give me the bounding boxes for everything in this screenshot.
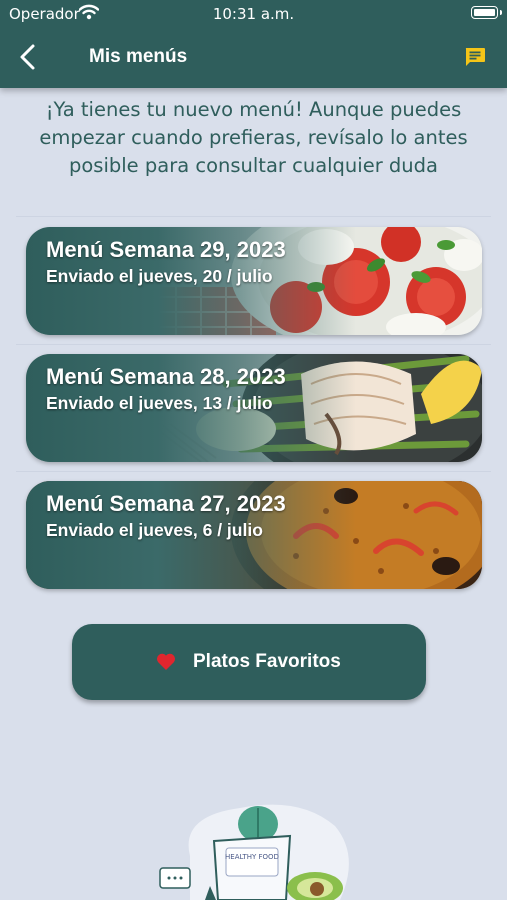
heart-icon <box>156 653 176 670</box>
menu-card-week-27[interactable]: Menú Semana 27, 2023 Enviado el jueves, … <box>26 481 482 589</box>
menu-card-title: Menú Semana 27, 2023 <box>46 491 286 516</box>
favorite-dishes-button[interactable]: Platos Favoritos <box>72 624 426 700</box>
favorite-dishes-label: Platos Favoritos <box>193 651 341 672</box>
clock: 10:31 a.m. <box>212 5 295 23</box>
divider <box>16 471 491 472</box>
menu-card-date: Enviado el jueves, 6 / julio <box>46 520 263 540</box>
app-header: Operador 10:31 a.m. Mis menús <box>0 0 507 88</box>
chat-bubble-icon[interactable] <box>463 45 487 69</box>
menu-card-date: Enviado el jueves, 13 / julio <box>46 393 273 413</box>
menu-card-date: Enviado el jueves, 20 / julio <box>46 266 273 286</box>
page-title: Mis menús <box>89 46 188 67</box>
status-bar: Operador 10:31 a.m. <box>0 0 507 30</box>
healthy-food-illustration: HEALTHY FOOD <box>159 804 349 900</box>
menu-card-title: Menú Semana 28, 2023 <box>46 364 286 389</box>
menu-card-title: Menú Semana 29, 2023 <box>46 237 286 262</box>
divider <box>16 344 491 345</box>
chevron-left-icon[interactable] <box>14 42 42 72</box>
battery-icon <box>471 6 502 19</box>
menu-card-week-28[interactable]: Menú Semana 28, 2023 Enviado el jueves, … <box>26 354 482 462</box>
badge-text: HEALTHY FOOD <box>225 853 279 861</box>
intro-message: ¡Ya tienes tu nuevo menú! Aunque puedes … <box>39 98 468 177</box>
divider <box>16 216 491 217</box>
menu-card-week-29[interactable]: Menú Semana 29, 2023 Enviado el jueves, … <box>26 227 482 335</box>
